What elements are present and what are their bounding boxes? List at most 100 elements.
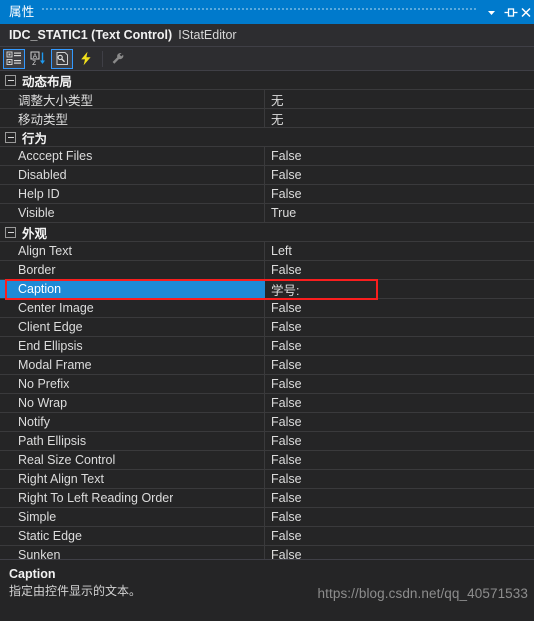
collapse-expander-icon[interactable] bbox=[5, 227, 16, 238]
categorized-view-button[interactable] bbox=[3, 48, 25, 69]
property-value-cell[interactable]: False bbox=[266, 546, 534, 559]
property-name-cell[interactable]: 调整大小类型 bbox=[0, 90, 265, 108]
property-grid[interactable]: 动态布局 调整大小类型无移动类型无行为 Acccept Files False Disa… bbox=[0, 71, 534, 559]
property-name-cell[interactable]: Center Image bbox=[0, 299, 265, 317]
property-value-cell[interactable]: True bbox=[266, 204, 534, 222]
property-row[interactable]: Center Image False bbox=[0, 299, 534, 318]
property-value-cell[interactable]: 无 bbox=[266, 109, 534, 127]
property-name-cell[interactable]: Caption bbox=[0, 280, 265, 298]
property-name-cell[interactable]: Disabled bbox=[0, 166, 265, 184]
auto-hide-pin-button[interactable] bbox=[501, 1, 520, 23]
property-value-cell[interactable]: False bbox=[266, 299, 534, 317]
property-value-cell[interactable]: False bbox=[266, 337, 534, 355]
property-value-cell[interactable]: False bbox=[266, 261, 534, 279]
property-value-cell[interactable]: False bbox=[266, 451, 534, 469]
property-name-cell[interactable]: Acccept Files bbox=[0, 147, 265, 165]
property-row[interactable]: Modal Frame False bbox=[0, 356, 534, 375]
property-name-cell[interactable]: No Wrap bbox=[0, 394, 265, 412]
property-value-cell[interactable]: 无 bbox=[266, 90, 534, 108]
property-name-cell[interactable]: Modal Frame bbox=[0, 356, 265, 374]
titlebar-drag-dots[interactable] bbox=[42, 0, 478, 24]
property-row[interactable]: Disabled False bbox=[0, 166, 534, 185]
property-name-cell[interactable]: Notify bbox=[0, 413, 265, 431]
property-value-cell[interactable]: False bbox=[266, 489, 534, 507]
property-name-cell[interactable]: Path Ellipsis bbox=[0, 432, 265, 450]
property-value-cell[interactable]: False bbox=[266, 375, 534, 393]
property-row[interactable]: Right Align Text False bbox=[0, 470, 534, 489]
property-value-cell[interactable]: False bbox=[266, 413, 534, 431]
property-value-cell[interactable]: False bbox=[266, 166, 534, 184]
property-row[interactable]: Notify False bbox=[0, 413, 534, 432]
property-value-label: 学号: bbox=[271, 283, 300, 298]
property-row[interactable]: Real Size Control False bbox=[0, 451, 534, 470]
collapse-expander-icon[interactable] bbox=[5, 75, 16, 86]
property-row[interactable]: Path Ellipsis False bbox=[0, 432, 534, 451]
property-row[interactable]: Visible True bbox=[0, 204, 534, 223]
property-name-label: Static Edge bbox=[18, 529, 82, 543]
property-row[interactable]: 调整大小类型 无 bbox=[0, 90, 534, 109]
property-row[interactable]: Static Edge False bbox=[0, 527, 534, 546]
property-value-cell[interactable]: False bbox=[266, 356, 534, 374]
property-name-cell[interactable]: Right Align Text bbox=[0, 470, 265, 488]
property-value-label: Left bbox=[271, 244, 292, 258]
property-value-cell[interactable]: False bbox=[266, 432, 534, 450]
property-row[interactable]: End Ellipsis False bbox=[0, 337, 534, 356]
close-panel-button[interactable] bbox=[520, 1, 533, 23]
property-value-cell[interactable]: False bbox=[266, 185, 534, 203]
selected-object-header[interactable]: IDC_STATIC1 (Text Control) IStatEditor bbox=[0, 24, 534, 47]
property-name-label: Modal Frame bbox=[18, 358, 92, 372]
property-value-label: False bbox=[271, 434, 302, 448]
property-name-label: Notify bbox=[18, 415, 50, 429]
property-row[interactable]: Simple False bbox=[0, 508, 534, 527]
property-row[interactable]: Client Edge False bbox=[0, 318, 534, 337]
property-category-row[interactable]: 外观 bbox=[0, 223, 534, 242]
property-row[interactable]: No Wrap False bbox=[0, 394, 534, 413]
property-value-cell[interactable]: False bbox=[266, 470, 534, 488]
collapse-expander-icon[interactable] bbox=[5, 132, 16, 143]
property-name-cell[interactable]: 移动类型 bbox=[0, 109, 265, 127]
property-name-cell[interactable]: Sunken bbox=[0, 546, 265, 559]
property-name-cell[interactable]: Border bbox=[0, 261, 265, 279]
property-row[interactable]: Align Text Left bbox=[0, 242, 534, 261]
property-value-cell[interactable]: False bbox=[266, 527, 534, 545]
alphabetical-view-button[interactable]: A Z bbox=[27, 49, 49, 69]
property-name-cell[interactable]: End Ellipsis bbox=[0, 337, 265, 355]
events-view-button[interactable] bbox=[75, 49, 97, 69]
property-name-label: Simple bbox=[18, 510, 57, 524]
property-row[interactable]: Acccept Files False bbox=[0, 147, 534, 166]
property-row[interactable]: Help ID False bbox=[0, 185, 534, 204]
property-name-cell[interactable]: Align Text bbox=[0, 242, 265, 260]
property-category-row[interactable]: 动态布局 bbox=[0, 71, 534, 90]
property-value-cell[interactable]: False bbox=[266, 394, 534, 412]
property-value-cell[interactable]: False bbox=[266, 147, 534, 165]
property-value-cell[interactable]: 学号: bbox=[266, 280, 534, 298]
property-name-cell[interactable]: Simple bbox=[0, 508, 265, 526]
property-category-row[interactable]: 行为 bbox=[0, 128, 534, 147]
property-value-label: False bbox=[271, 491, 302, 505]
property-name-cell[interactable]: Static Edge bbox=[0, 527, 265, 545]
property-name-label: Disabled bbox=[18, 168, 67, 182]
property-name-cell[interactable]: No Prefix bbox=[0, 375, 265, 393]
property-row[interactable]: 移动类型 无 bbox=[0, 109, 534, 128]
property-name-cell[interactable]: Help ID bbox=[0, 185, 265, 203]
watermark-url: https://blog.csdn.net/qq_40571533 bbox=[317, 586, 528, 601]
window-menu-dropdown-button[interactable] bbox=[482, 1, 501, 23]
property-value-cell[interactable]: False bbox=[266, 318, 534, 336]
property-row[interactable]: Border False bbox=[0, 261, 534, 280]
property-row[interactable]: Right To Left Reading Order False bbox=[0, 489, 534, 508]
properties-page-button[interactable] bbox=[51, 48, 73, 69]
property-row[interactable]: Caption 学号: bbox=[0, 280, 534, 299]
property-value-label: 无 bbox=[271, 93, 284, 108]
property-name-cell[interactable]: Visible bbox=[0, 204, 265, 222]
property-name-cell[interactable]: Real Size Control bbox=[0, 451, 265, 469]
property-name-cell[interactable]: Right To Left Reading Order bbox=[0, 489, 265, 507]
description-pane: Caption 指定由控件显示的文本。 https://blog.csdn.ne… bbox=[0, 559, 534, 621]
property-row[interactable]: No Prefix False bbox=[0, 375, 534, 394]
property-value-cell[interactable]: Left bbox=[266, 242, 534, 260]
property-value-cell[interactable]: False bbox=[266, 508, 534, 526]
sort-alpha-icon: A Z bbox=[30, 51, 45, 66]
property-settings-button[interactable] bbox=[107, 49, 129, 69]
property-name-cell[interactable]: Client Edge bbox=[0, 318, 265, 336]
property-row[interactable]: Sunken False bbox=[0, 546, 534, 559]
property-name-label: Align Text bbox=[18, 244, 72, 258]
